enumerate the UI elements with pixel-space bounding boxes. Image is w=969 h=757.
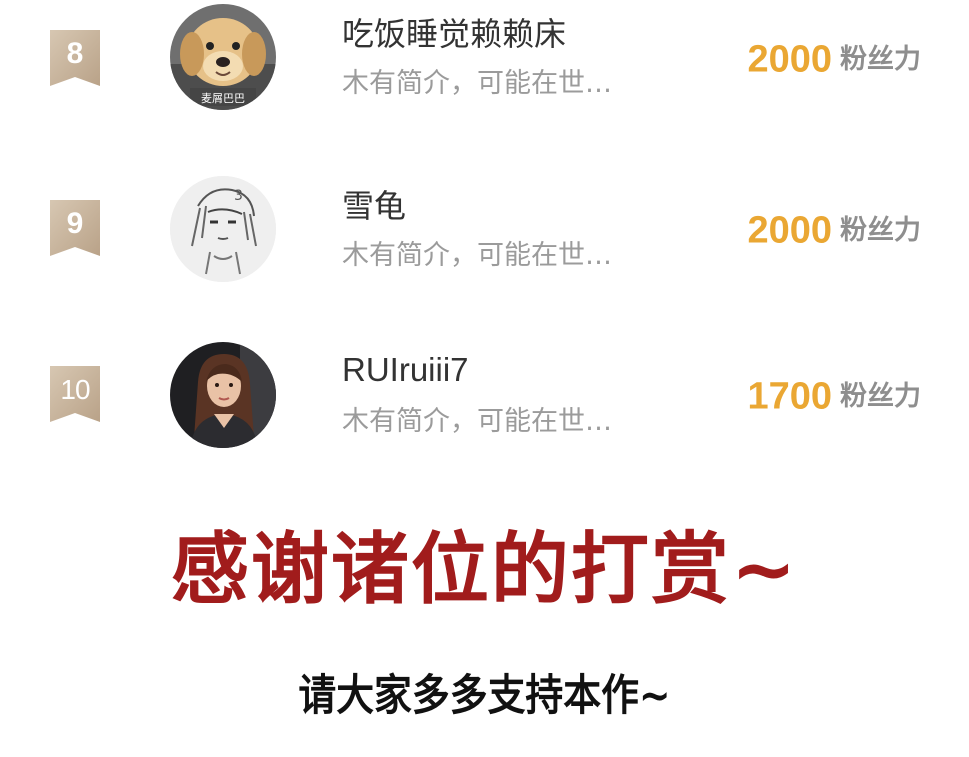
rank-badge: 10 [50, 366, 100, 422]
user-avatar[interactable]: 麦屑巴巴 [170, 4, 276, 110]
fans-unit: 粉丝力 [840, 380, 921, 412]
puppy-avatar-icon: 麦屑巴巴 [170, 4, 276, 110]
user-bio: 木有简介，可能在世… [342, 240, 612, 271]
user-bio: 木有简介，可能在世… [342, 68, 612, 99]
support-caption: 请大家多多支持本作~ [298, 671, 671, 721]
rank-number: 8 [66, 37, 84, 70]
user-bio: 木有简介，可能在世… [342, 406, 612, 437]
fans-score: 2000 粉丝力 [747, 208, 921, 253]
user-avatar[interactable]: 3 [170, 176, 276, 282]
leaderboard-row[interactable]: 8 麦屑巴巴 吃饭睡觉赖赖床 木有简介，可能在世… 2000 粉丝力 [0, 0, 969, 130]
leaderboard-row[interactable]: 9 3 雪龟 木有简介，可能在世… 2000 粉丝力 [0, 172, 969, 302]
svg-text:3: 3 [234, 188, 243, 204]
user-avatar[interactable] [170, 342, 276, 448]
fans-unit: 粉丝力 [840, 43, 921, 75]
sketch-avatar-icon: 3 [170, 176, 276, 282]
rank-badge: 8 [50, 30, 100, 86]
leaderboard-row[interactable]: 10 RUIruiii7 木有简介，可能在世… 1700 粉丝力 [0, 338, 969, 468]
portrait-avatar-icon [170, 342, 276, 448]
thanks-banner: 感谢诸位的打赏~ [170, 525, 799, 615]
user-name[interactable]: 吃饭睡觉赖赖床 [342, 14, 566, 54]
avatar-caption: 麦屑巴巴 [201, 92, 245, 105]
fans-value: 2000 [747, 38, 832, 81]
rank-number: 9 [66, 207, 84, 240]
fans-unit: 粉丝力 [840, 214, 921, 246]
rank-number: 10 [60, 374, 90, 405]
fans-score: 1700 粉丝力 [747, 374, 921, 419]
fans-value: 1700 [747, 375, 832, 418]
fans-score: 2000 粉丝力 [747, 37, 921, 82]
fans-value: 2000 [747, 209, 832, 252]
user-name[interactable]: 雪龟 [342, 186, 406, 226]
user-name[interactable]: RUIruiii7 [342, 350, 469, 390]
rank-badge: 9 [50, 200, 100, 256]
